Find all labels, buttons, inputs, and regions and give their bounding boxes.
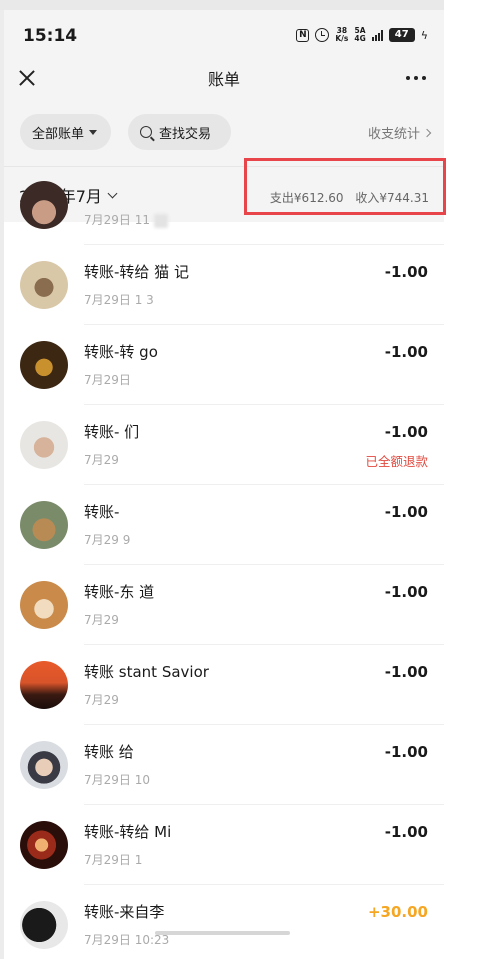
transaction-time: 7月29日 1	[84, 853, 143, 867]
transaction-time: 7月29	[84, 693, 119, 707]
chevron-right-icon	[422, 128, 432, 137]
transaction-amount: -1.00	[384, 583, 428, 601]
transaction-title: 转账-转给 Mi	[84, 823, 172, 841]
more-icon[interactable]	[406, 76, 426, 80]
page-title: 账单	[207, 70, 240, 89]
network-type: 5A 4G	[354, 27, 365, 43]
transaction-amount: -1.00	[384, 343, 428, 361]
transaction-row[interactable]: 转账 给 7月29日 10 -1.00	[4, 725, 444, 805]
transaction-title: 转账-转给 猫 记	[84, 263, 189, 281]
avatar	[20, 261, 68, 309]
transaction-title: 转账-	[84, 503, 120, 521]
transaction-title: 转账-东 道	[84, 583, 155, 601]
phone-screen: 15:14 N 38 K/s 5A 4G 47 ϟ 账单 全部账单 查找交易 收…	[4, 10, 444, 959]
income-expense-stats-link[interactable]: 收支统计	[367, 123, 432, 142]
transaction-amount: -1.00	[384, 263, 428, 281]
search-icon	[140, 126, 152, 138]
transaction-title: 转账- 们	[84, 423, 140, 441]
transaction-row[interactable]: 转账 stant Savior 7月29 -1.00	[4, 645, 444, 725]
transaction-row[interactable]: 转账-转给 Mi 7月29日 1 -1.00	[4, 805, 444, 885]
avatar	[20, 501, 68, 549]
nav-bar: 账单	[4, 58, 444, 110]
transaction-title: 转账-来自李	[84, 903, 165, 921]
transaction-row[interactable]: 转账-转给 猫 记 7月29日 1 3 -1.00	[4, 245, 444, 325]
transaction-row[interactable]: 转账- 7月29 9 -1.00	[4, 485, 444, 565]
status-icons: N 38 K/s 5A 4G 47 ϟ	[296, 27, 428, 43]
screenshot-top-margin	[0, 0, 501, 10]
avatar	[20, 181, 68, 229]
transaction-time: 7月29日 10	[84, 773, 150, 787]
avatar	[20, 341, 68, 389]
transaction-row[interactable]: 转账-东 道 7月29 -1.00	[4, 565, 444, 645]
battery-icon: 47	[388, 28, 415, 42]
avatar	[20, 901, 68, 949]
home-indicator[interactable]	[155, 931, 290, 935]
charging-icon: ϟ	[420, 28, 428, 42]
transaction-amount: +30.00	[367, 903, 428, 921]
stats-label: 收支统计	[367, 127, 420, 142]
avatar	[20, 661, 68, 709]
transaction-amount: -1.00	[384, 743, 428, 761]
transaction-title: 转账 给	[84, 743, 134, 761]
transaction-amount: -1.00	[384, 423, 428, 441]
nfc-icon: N	[296, 28, 310, 42]
transaction-time: 7月29日 1 3	[84, 293, 154, 307]
summary-highlight-box	[244, 158, 446, 215]
transaction-amount: -1.00	[384, 823, 428, 841]
transaction-time: 7月29 9	[84, 533, 131, 547]
transaction-amount: -1.00	[384, 663, 428, 681]
all-bills-label: 全部账单	[32, 126, 85, 142]
transaction-row[interactable]: 转账-转 go 7月29日 -1.00	[4, 325, 444, 405]
search-transactions-button[interactable]: 查找交易	[128, 114, 231, 150]
network-speed-unit: K/s	[335, 34, 349, 43]
avatar	[20, 421, 68, 469]
status-bar: 15:14 N 38 K/s 5A 4G 47 ϟ	[4, 10, 444, 58]
search-transactions-label: 查找交易	[159, 126, 212, 142]
signal-icon	[371, 29, 383, 41]
transaction-time: 7月29日 11	[84, 211, 168, 228]
refund-status: 已全额退款	[365, 454, 428, 469]
caret-down-icon	[89, 129, 98, 135]
transaction-time: 7月29	[84, 453, 119, 467]
avatar	[20, 741, 68, 789]
status-time: 15:14	[23, 26, 78, 46]
transaction-amount: -1.00	[384, 503, 428, 521]
transaction-time: 7月29日	[84, 373, 131, 387]
transaction-title: 转账-转 go	[84, 343, 158, 361]
avatar	[20, 581, 68, 629]
filter-row: 全部账单 查找交易 收支统计	[4, 114, 444, 154]
transaction-row[interactable]: 转账-来自李 7月29日 10:23 +30.00	[4, 885, 444, 959]
screenshot-right-margin	[444, 0, 501, 959]
alarm-icon	[315, 28, 330, 42]
transaction-title: 转账 stant Savior	[84, 663, 209, 681]
network-type-bottom: 4G	[354, 34, 366, 43]
avatar	[20, 821, 68, 869]
all-bills-filter[interactable]: 全部账单	[20, 114, 111, 150]
transaction-list: 7月29日 11 转账-转给 猫 记 7月29日 1 3 -1.00 转账-转 …	[4, 181, 444, 959]
transaction-time: 7月29	[84, 613, 119, 627]
transaction-row[interactable]: 转账- 们 7月29 -1.00 已全额退款	[4, 405, 444, 485]
network-speed: 38 K/s	[335, 27, 348, 43]
